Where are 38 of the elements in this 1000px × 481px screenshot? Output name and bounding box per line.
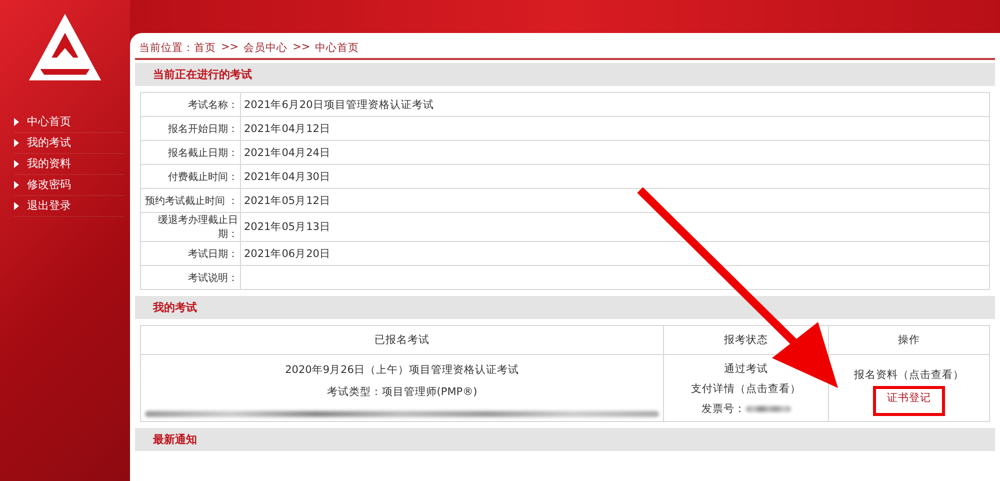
field-label: 预约考试截止时间 ：: [140, 188, 240, 212]
field-value: 2021年05月13日: [240, 212, 990, 242]
field-label: 考试名称：: [140, 92, 240, 116]
section-header: 最新通知: [135, 428, 995, 451]
breadcrumb-separator: >>: [292, 41, 310, 55]
breadcrumb-separator: >>: [221, 41, 239, 55]
breadcrumb-link[interactable]: 会员中心: [244, 41, 288, 55]
status-text: 通过考试: [723, 362, 769, 377]
field-value: 2021年04月12日: [240, 116, 990, 140]
exam-text: 2020年9月26日（上午）项目管理资格认证考试: [284, 363, 520, 378]
highlighted-link[interactable]: 证书登记: [873, 386, 945, 416]
redacted-text: [746, 406, 790, 412]
sidebar-menu-item[interactable]: 我的考试: [14, 133, 124, 154]
field-label: 缓退考办理截止日期：: [140, 212, 240, 242]
breadcrumb-link[interactable]: 中心首页: [315, 41, 360, 55]
field-value: 2021年04月30日: [240, 164, 990, 188]
section-header: 当前正在进行的考试: [135, 63, 995, 86]
field-value: 2021年04月24日: [240, 140, 990, 164]
column-header: 已报名考试: [140, 326, 664, 354]
field-value: 2021年6月20日项目管理资格认证考试: [240, 92, 990, 116]
sidebar-menu-item[interactable]: 修改密码: [14, 175, 124, 196]
field-label: 报名开始日期：: [140, 116, 240, 140]
sidebar-menu-item[interactable]: 退出登录: [14, 196, 124, 217]
exam-text: 考试类型：项目管理师(PMP®): [326, 385, 478, 400]
field-label: 考试说明：: [140, 266, 240, 290]
breadcrumb-link[interactable]: 当前位置：首页: [139, 41, 216, 55]
field-value: 2021年06月20日: [240, 242, 990, 266]
sidebar-menu-item[interactable]: 我的资料: [14, 154, 124, 175]
invoice-label: 发票号：: [702, 403, 746, 415]
field-value: 2021年05月12日: [240, 188, 990, 212]
action-link[interactable]: 报名资料（点击查看）: [854, 366, 964, 384]
sidebar-menu-item[interactable]: 中心首页: [14, 112, 124, 133]
section-header: 我的考试: [135, 296, 995, 319]
payment-link[interactable]: 支付详情（点击查看）: [666, 379, 826, 399]
field-label: 付费截止时间：: [140, 164, 240, 188]
column-header: 操作: [828, 326, 990, 354]
field-label: 报名截止日期：: [140, 140, 240, 164]
field-label: 考试日期：: [140, 242, 240, 266]
